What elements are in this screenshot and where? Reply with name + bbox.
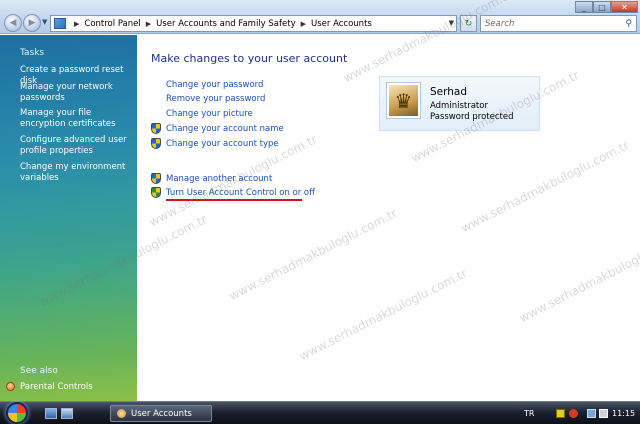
users-icon	[117, 409, 126, 418]
change-picture-link[interactable]: Change your picture	[166, 109, 253, 119]
account-role: Administrator	[430, 101, 488, 111]
address-dropdown-icon[interactable]: ▼	[449, 19, 454, 27]
volume-tray-icon[interactable]	[599, 409, 608, 418]
highlight-underline	[166, 199, 302, 201]
turn-uac-on-off-link[interactable]: Turn User Account Control on or off	[166, 188, 315, 198]
uac-shield-icon	[151, 138, 161, 149]
show-desktop-icon[interactable]	[45, 408, 57, 419]
network-tray-icon[interactable]	[587, 409, 596, 418]
account-status: Password protected	[430, 112, 514, 122]
language-indicator[interactable]: TR	[524, 409, 534, 418]
recent-pages-chevron-icon[interactable]: ▼	[42, 18, 47, 26]
back-arrow-icon[interactable]: ◀	[4, 14, 22, 32]
watermark-text: www.serhadmakbuloglu.com.tr	[516, 228, 640, 326]
change-password-link[interactable]: Change your password	[166, 80, 263, 90]
control-panel-icon	[54, 18, 66, 29]
user-avatar[interactable]: ♛	[387, 83, 420, 118]
watermark-text: www.serhadmakbuloglu.com.tr	[296, 266, 470, 364]
breadcrumb-separator-icon[interactable]: ▶	[74, 20, 79, 28]
page-title: Make changes to your user account	[151, 52, 348, 65]
tasks-heading: Tasks	[20, 48, 45, 58]
task-pane: Tasks Create a password reset disk Manag…	[0, 35, 137, 401]
search-input[interactable]: Search ⚲	[480, 15, 637, 32]
account-name: Serhad	[430, 86, 468, 98]
uac-shield-icon	[151, 123, 161, 134]
windows-start-icon[interactable]	[6, 402, 28, 424]
switch-windows-icon[interactable]	[61, 408, 73, 419]
taskbar-user-accounts-button[interactable]: User Accounts	[110, 405, 212, 422]
breadcrumb-user-accounts[interactable]: User Accounts	[311, 19, 372, 29]
remove-password-link[interactable]: Remove your password	[166, 94, 265, 104]
change-account-name-link[interactable]: Change your account name	[166, 124, 284, 134]
security-alert-tray-icon[interactable]	[569, 409, 578, 418]
refresh-icon[interactable]: ↻	[460, 15, 477, 32]
forward-arrow-icon[interactable]: ▶	[23, 14, 41, 32]
close-button[interactable]: ✕	[611, 1, 638, 13]
breadcrumb-separator-icon[interactable]: ▶	[301, 20, 306, 28]
see-also-parental-controls[interactable]: Parental Controls	[20, 382, 132, 393]
manage-another-account-link[interactable]: Manage another account	[166, 174, 272, 184]
watermark-text: www.serhadmakbuloglu.com.tr	[226, 206, 400, 304]
parental-controls-icon	[6, 382, 15, 391]
breadcrumb-user-accounts-family-safety[interactable]: User Accounts and Family Safety	[156, 19, 295, 29]
task-manage-file-encryption-certificates[interactable]: Manage your file encryption certificates	[20, 108, 132, 130]
see-also-heading: See also	[20, 366, 58, 376]
change-account-type-link[interactable]: Change your account type	[166, 139, 279, 149]
search-icon[interactable]: ⚲	[625, 19, 632, 29]
uac-shield-icon	[151, 173, 161, 184]
taskbar-button-label: User Accounts	[131, 408, 192, 419]
task-change-environment-variables[interactable]: Change my environment variables	[20, 162, 132, 184]
title-bar: ◀ ▶ ▼ ▶ Control Panel ▶ User Accounts an…	[0, 0, 640, 34]
task-manage-network-passwords[interactable]: Manage your network passwords	[20, 82, 132, 104]
breadcrumb-separator-icon[interactable]: ▶	[146, 20, 151, 28]
maximize-button[interactable]: □	[593, 1, 611, 13]
task-configure-advanced-profile-properties[interactable]: Configure advanced user profile properti…	[20, 135, 132, 157]
search-placeholder: Search	[485, 18, 515, 29]
minimize-button[interactable]: _	[575, 1, 593, 13]
uac-shield-icon	[151, 187, 161, 198]
address-bar[interactable]: ▶ Control Panel ▶ User Accounts and Fami…	[50, 15, 457, 32]
breadcrumb-control-panel[interactable]: Control Panel	[84, 19, 140, 29]
watermark-text: www.serhadmakbuloglu.com.tr	[458, 138, 632, 236]
account-card: ♛ Serhad Administrator Password protecte…	[379, 76, 540, 131]
security-shield-tray-icon[interactable]	[556, 409, 565, 418]
clock[interactable]: 11:15	[612, 409, 635, 418]
taskbar: User Accounts TR 11:15	[0, 401, 640, 424]
